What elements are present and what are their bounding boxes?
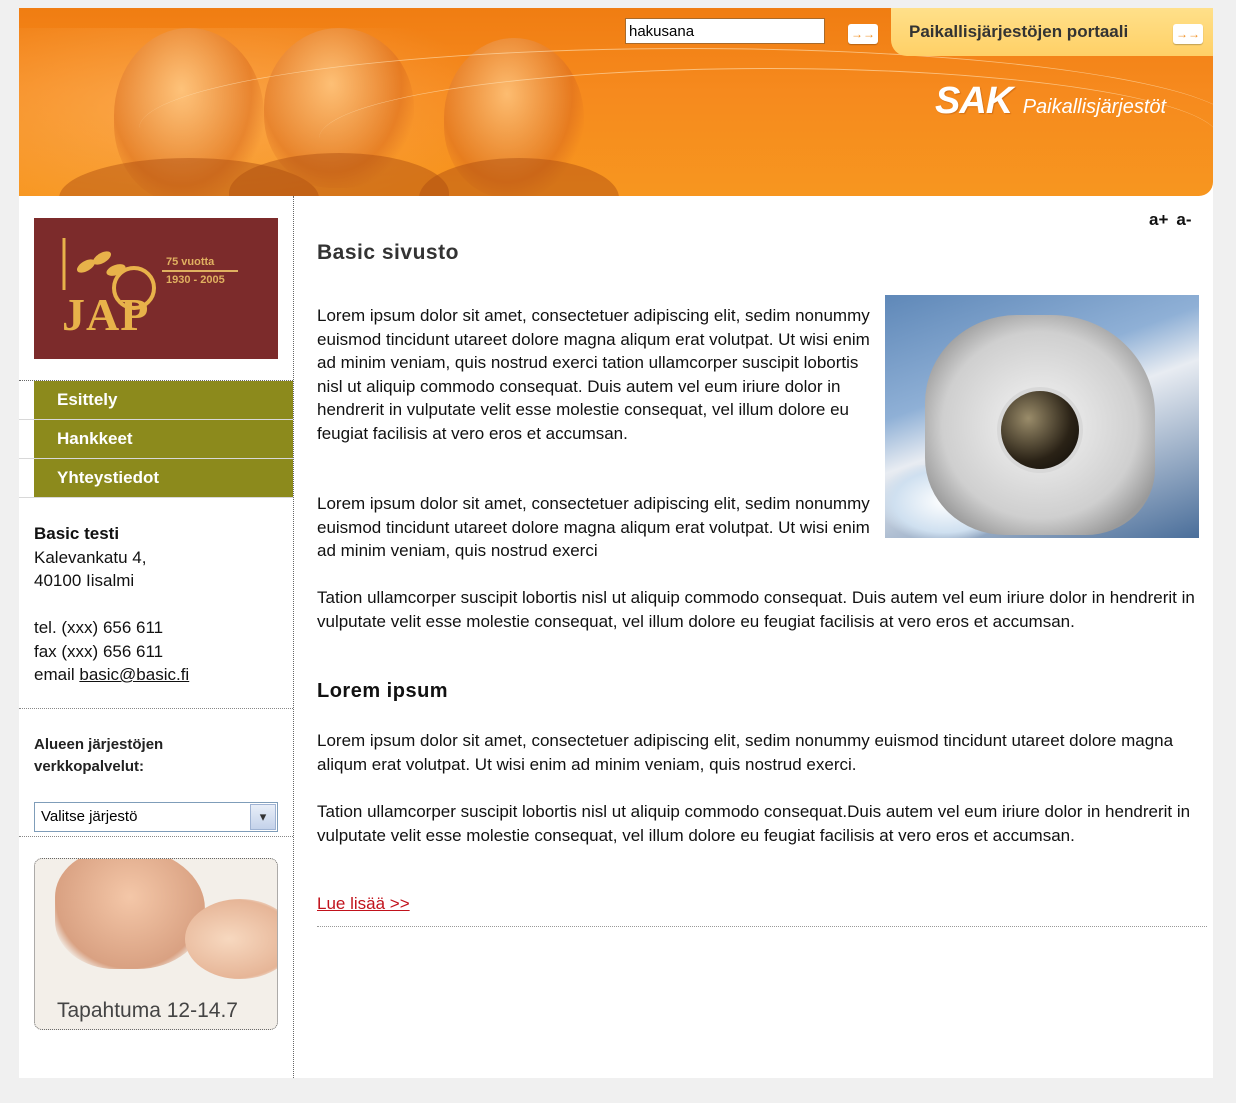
logo-rule (162, 270, 238, 272)
sidebar-item-hankkeet[interactable]: Hankkeet (19, 420, 293, 459)
font-increase-button[interactable]: a+ (1149, 210, 1168, 229)
contact-tel: tel. (xxx) 656 611 (34, 618, 164, 637)
event-banner[interactable]: Tapahtuma 12-14.7 (34, 858, 278, 1030)
header-banner: →→ Paikallisjärjestöjen portaali →→ SAK … (19, 8, 1213, 196)
divider (19, 836, 293, 837)
select-value: Valitse järjestö (41, 808, 138, 825)
astronaut-image (885, 295, 1199, 538)
event-hand-image (185, 899, 277, 979)
image-visor (997, 387, 1083, 473)
divider (19, 708, 293, 709)
sidebar-item-esittely[interactable]: Esittely (19, 381, 293, 420)
contact-city: 40100 Iisalmi (34, 571, 135, 590)
sidebar-nav: Esittely Hankkeet Yhteystiedot (19, 380, 293, 498)
search-go-button[interactable]: →→ (848, 24, 878, 44)
brand-subtitle: Paikallisjärjestöt (1022, 96, 1167, 118)
brand-logo[interactable]: SAK Paikallisjärjestöt (935, 80, 1166, 123)
organization-logo[interactable]: JAP 75 vuotta 1930 - 2005 (34, 218, 278, 359)
sidebar-item-label: Esittely (57, 390, 118, 409)
sidebar: JAP 75 vuotta 1930 - 2005 Esittely Hankk… (19, 196, 294, 1078)
contact-email-link[interactable]: basic@basic.fi (79, 665, 189, 684)
contact-fax: fax (xxx) 656 611 (34, 641, 164, 661)
portal-link[interactable]: Paikallisjärjestöjen portaali (909, 22, 1128, 42)
contact-email-row: email basic@basic.fi (34, 663, 189, 687)
paragraph: Lorem ipsum dolor sit amet, consectetuer… (317, 731, 1174, 774)
font-size-controls: a+ a- (1149, 210, 1192, 230)
paragraph: Tation ullamcorper suscipit lobortis nis… (317, 588, 1195, 631)
search-input[interactable] (625, 18, 825, 44)
divider (317, 926, 1207, 927)
portal-go-button[interactable]: →→ (1173, 24, 1203, 44)
page: →→ Paikallisjärjestöjen portaali →→ SAK … (19, 8, 1213, 1078)
contact-street: Kalevankatu 4, (34, 547, 147, 567)
paragraph: Lorem ipsum dolor sit amet, consectetuer… (317, 494, 870, 560)
sidebar-item-yhteystiedot[interactable]: Yhteystiedot (19, 459, 293, 498)
sidebar-item-label: Hankkeet (57, 429, 133, 448)
logo-anniversary: 75 vuotta (166, 256, 215, 268)
paragraph: Lorem ipsum dolor sit amet, consectetuer… (317, 306, 870, 443)
section-heading: Lorem ipsum (317, 680, 449, 702)
contact-org: Basic testi (34, 524, 120, 543)
event-hand-image (55, 859, 205, 969)
logo-years: 1930 - 2005 (166, 274, 225, 286)
brand-sak: SAK (935, 80, 1013, 122)
read-more-link[interactable]: Lue lisää >> (317, 894, 410, 914)
logo-text: JAP (62, 289, 150, 340)
sidebar-item-label: Yhteystiedot (57, 468, 160, 487)
page-title: Basic sivusto (317, 241, 459, 264)
portal-tab[interactable]: Paikallisjärjestöjen portaali →→ (891, 8, 1213, 56)
contact-email-label: email (34, 665, 75, 684)
font-decrease-button[interactable]: a- (1176, 210, 1191, 229)
contact-spacer (34, 593, 189, 617)
event-caption: Tapahtuma 12-14.7 (57, 999, 238, 1022)
contact-info: Basic testi Kalevankatu 4, 40100 Iisalmi… (34, 522, 189, 687)
services-label: Alueen järjestöjen verkkopalvelut: (34, 736, 164, 775)
organization-select[interactable]: Valitse järjestö ▾ (34, 802, 278, 832)
paragraph: Tation ullamcorper suscipit lobortis nis… (317, 802, 1191, 845)
chevron-down-icon[interactable]: ▾ (250, 804, 276, 830)
